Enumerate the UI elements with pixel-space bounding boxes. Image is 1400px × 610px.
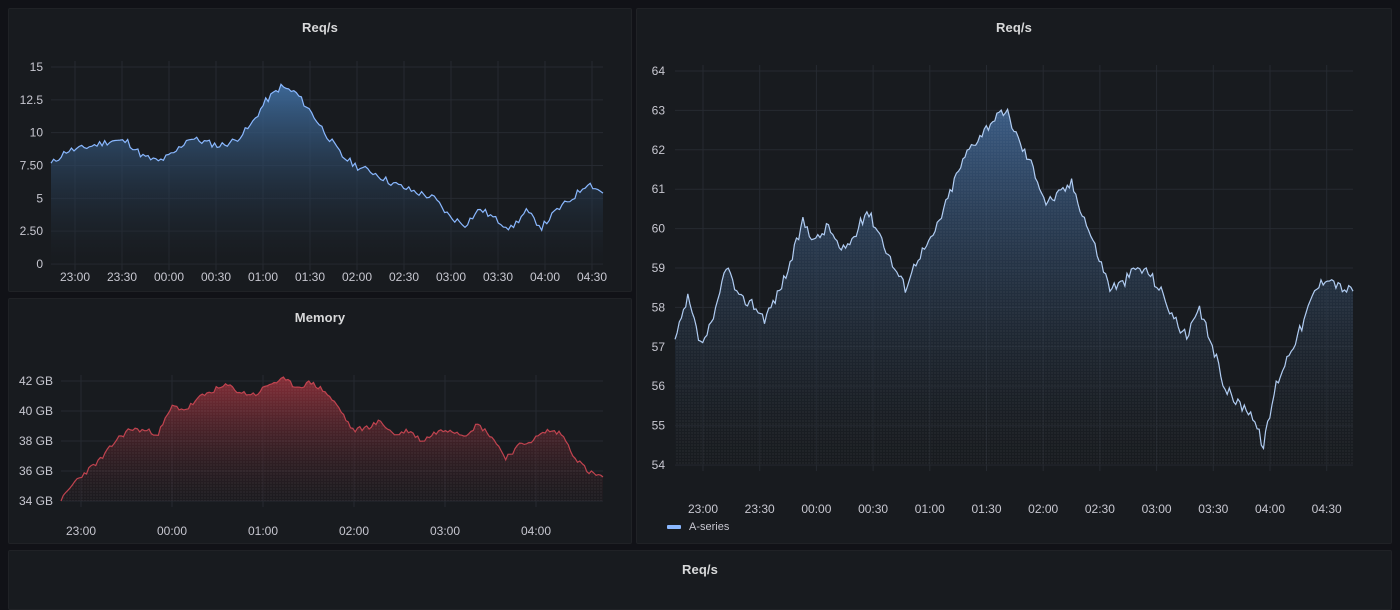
x-tick-label: 23:00 — [66, 524, 96, 538]
y-tick-label: 55 — [652, 419, 666, 433]
y-tick-label: 12.5 — [20, 93, 44, 107]
x-tick-label: 01:00 — [248, 270, 278, 284]
req-chart-right: 54 55 56 57 58 59 60 61 62 63 64 23:00 23:30 00:00 00:… — [652, 64, 1354, 516]
x-tick-label: 00:00 — [801, 502, 831, 516]
x-tick-label: 03:00 — [436, 270, 466, 284]
x-tick-label: 02:00 — [342, 270, 372, 284]
x-tick-label: 01:00 — [248, 524, 278, 538]
x-tick-label: 02:00 — [1028, 502, 1058, 516]
y-tick-label: 15 — [30, 60, 44, 74]
x-tick-label: 03:30 — [1198, 502, 1228, 516]
x-tick-label: 23:00 — [688, 502, 718, 516]
x-tick-label: 03:00 — [1142, 502, 1172, 516]
x-tick-label: 04:00 — [1255, 502, 1285, 516]
y-tick-label: 34 GB — [19, 494, 53, 508]
y-tick-label: 60 — [652, 222, 666, 236]
panel-req-right[interactable]: Req/s 54 55 56 57 58 59 60 61 62 63 64 23:00 23:30 00… — [636, 8, 1392, 544]
y-tick-label: 38 GB — [19, 434, 53, 448]
x-tick-label: 01:30 — [971, 502, 1001, 516]
x-tick-label: 04:30 — [1312, 502, 1342, 516]
legend-item-a-series[interactable]: A-series — [667, 521, 729, 533]
x-tick-label: 23:30 — [745, 502, 775, 516]
x-tick-label: 00:00 — [157, 524, 187, 538]
y-tick-label: 62 — [652, 143, 666, 157]
series-area-texture — [61, 377, 603, 501]
legend-label: A-series — [689, 521, 730, 533]
y-tick-label: 0 — [36, 257, 43, 271]
y-tick-label: 5 — [36, 191, 43, 205]
y-tick-label: 56 — [652, 379, 666, 393]
y-tick-label: 7.50 — [20, 159, 44, 173]
x-tick-label: 02:30 — [1085, 502, 1115, 516]
x-tick-label: 00:30 — [201, 270, 231, 284]
y-tick-label: 61 — [652, 182, 666, 196]
y-tick-label: 58 — [652, 300, 666, 314]
y-tick-label: 40 GB — [19, 404, 53, 418]
x-tick-label: 02:30 — [389, 270, 419, 284]
y-tick-label: 36 GB — [19, 464, 53, 478]
panel-title: Req/s — [682, 562, 718, 577]
series-area-texture — [675, 109, 1353, 466]
y-tick-label: 64 — [652, 64, 666, 78]
x-tick-label: 00:30 — [858, 502, 888, 516]
y-tick-label: 2.50 — [20, 224, 44, 238]
y-tick-label: 54 — [652, 458, 666, 472]
memory-chart: 34 GB 36 GB 38 GB 40 GB 42 GB 23:00 00:00 01:00… — [19, 374, 604, 538]
x-tick-label: 00:00 — [154, 270, 184, 284]
x-tick-label: 03:00 — [430, 524, 460, 538]
panel-req-top-left[interactable]: Req/s 0 2.50 5 7.50 10 12.5 15 23:00 23:30 00:00 0… — [8, 8, 632, 292]
y-tick-label: 42 GB — [19, 374, 53, 388]
req-chart-top-left: 0 2.50 5 7.50 10 12.5 15 23:00 23:30 00:00 00:30 01… — [20, 60, 608, 284]
x-tick-label: 04:00 — [521, 524, 551, 538]
x-tick-label: 04:30 — [577, 270, 607, 284]
x-tick-label: 01:30 — [295, 270, 325, 284]
series-area — [51, 84, 603, 264]
legend-swatch — [667, 525, 681, 529]
x-tick-label: 01:00 — [915, 502, 945, 516]
y-tick-label: 57 — [652, 340, 666, 354]
y-tick-label: 10 — [30, 126, 44, 140]
y-tick-label: 59 — [652, 261, 666, 275]
panel-memory[interactable]: Memory 34 GB 36 GB 38 GB 40 GB 42 GB 23:00 00:… — [8, 298, 632, 544]
x-tick-label: 03:30 — [483, 270, 513, 284]
x-tick-label: 02:00 — [339, 524, 369, 538]
y-tick-label: 63 — [652, 103, 666, 117]
panel-req-bottom[interactable]: Req/s — [8, 550, 1392, 610]
x-tick-label: 04:00 — [530, 270, 560, 284]
x-tick-label: 23:30 — [107, 270, 137, 284]
x-tick-label: 23:00 — [60, 270, 90, 284]
